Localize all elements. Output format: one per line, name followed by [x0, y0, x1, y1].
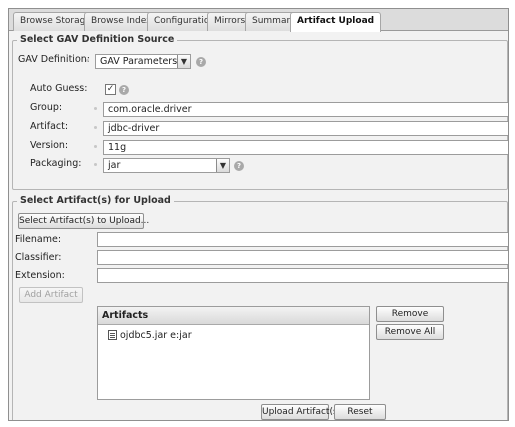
version-label: Version:: [30, 140, 69, 151]
remove-all-button[interactable]: Remove All: [376, 324, 444, 340]
upload-artifacts-button[interactable]: Upload Artifact(s): [261, 404, 341, 420]
gav-definition-value: GAV Parameters: [100, 56, 178, 67]
extension-input[interactable]: [97, 268, 508, 283]
group-input[interactable]: com.oracle.driver: [103, 102, 508, 117]
chevron-down-icon[interactable]: ▼: [216, 159, 229, 172]
tab-bar: Browse Storage Browse Index Configuratio…: [9, 9, 508, 32]
gav-definition-section: Select GAV Definition Source GAV Definit…: [12, 34, 508, 190]
reset-button[interactable]: Reset: [334, 404, 386, 420]
classifier-label: Classifier:: [15, 252, 62, 263]
field-separator-dot: [94, 126, 97, 129]
file-icon: [108, 330, 117, 340]
gav-definition-label: GAV Definition:: [18, 54, 90, 65]
help-icon[interactable]: ?: [234, 161, 244, 171]
gav-definition-select[interactable]: GAV Parameters ▼: [95, 54, 191, 69]
remove-button[interactable]: Remove: [376, 306, 444, 322]
classifier-input[interactable]: [97, 250, 508, 265]
field-separator-dot: [86, 59, 89, 62]
add-artifact-button[interactable]: Add Artifact: [19, 287, 83, 303]
field-separator-dot: [94, 145, 97, 148]
artifact-input[interactable]: jdbc-driver: [103, 121, 508, 136]
packaging-value: jar: [108, 160, 121, 171]
tab-artifact-upload[interactable]: Artifact Upload: [290, 12, 382, 32]
select-artifacts-button[interactable]: Select Artifact(s) to Upload...: [18, 213, 149, 229]
packaging-select[interactable]: jar ▼: [103, 158, 230, 173]
gav-section-title: Select GAV Definition Source: [17, 34, 178, 45]
artifacts-column-header: Artifacts: [98, 307, 369, 325]
filename-input[interactable]: [97, 232, 508, 247]
artifact-upload-section: Select Artifact(s) for Upload Select Art…: [12, 195, 508, 420]
help-icon[interactable]: ?: [119, 85, 129, 95]
artifacts-grid: Artifacts ojdbc5.jar e:jar: [97, 306, 370, 400]
help-icon[interactable]: ?: [196, 57, 206, 67]
field-separator-dot: [94, 107, 97, 110]
artifact-section-title: Select Artifact(s) for Upload: [17, 195, 174, 206]
auto-guess-checkbox[interactable]: ✓: [105, 84, 116, 95]
artifact-entry: ojdbc5.jar e:jar: [120, 330, 192, 341]
filename-label: Filename:: [15, 234, 62, 245]
version-input[interactable]: 11g: [103, 140, 508, 155]
packaging-label: Packaging:: [30, 158, 82, 169]
artifact-label: Artifact:: [30, 121, 69, 132]
extension-label: Extension:: [15, 270, 65, 281]
group-label: Group:: [30, 102, 63, 113]
field-separator-dot: [94, 163, 97, 166]
auto-guess-label: Auto Guess:: [30, 83, 88, 94]
chevron-down-icon[interactable]: ▼: [177, 55, 190, 68]
list-item[interactable]: ojdbc5.jar e:jar: [108, 329, 192, 343]
artifact-upload-window: Browse Storage Browse Index Configuratio…: [8, 8, 509, 421]
